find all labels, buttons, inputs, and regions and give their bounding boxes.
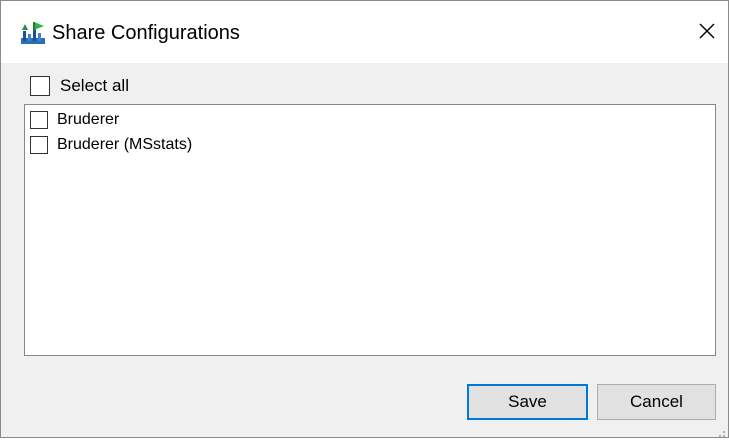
close-icon: [698, 22, 716, 45]
share-configurations-dialog: Share Configurations Select all Bruderer…: [0, 0, 729, 438]
select-all-checkbox[interactable]: [30, 76, 50, 96]
select-all-row[interactable]: Select all: [30, 75, 129, 97]
title-bar: Share Configurations: [1, 1, 728, 63]
close-button[interactable]: [689, 15, 725, 51]
configurations-list[interactable]: Bruderer Bruderer (MSstats): [24, 104, 716, 356]
resize-grip-icon[interactable]: [716, 425, 726, 437]
cancel-button[interactable]: Cancel: [597, 384, 716, 420]
list-item[interactable]: Bruderer (MSstats): [30, 134, 192, 156]
list-item-label[interactable]: Bruderer (MSstats): [57, 136, 192, 154]
list-item[interactable]: Bruderer: [30, 109, 119, 131]
save-button[interactable]: Save: [467, 384, 588, 420]
list-item-label[interactable]: Bruderer: [57, 111, 119, 129]
skyline-app-icon: [20, 20, 46, 46]
select-all-label[interactable]: Select all: [60, 76, 129, 96]
window-title: Share Configurations: [52, 22, 240, 44]
list-item-checkbox[interactable]: [30, 136, 48, 154]
list-item-checkbox[interactable]: [30, 111, 48, 129]
